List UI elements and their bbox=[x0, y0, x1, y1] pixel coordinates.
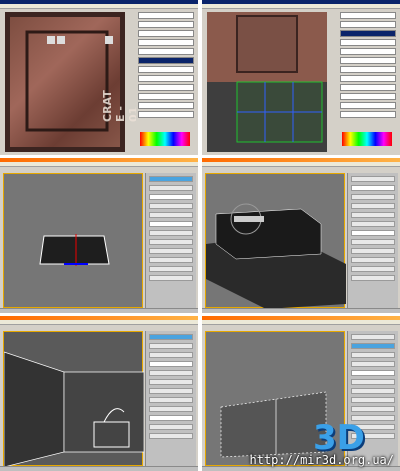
mir3d-logo: 3D bbox=[313, 418, 365, 458]
plane-object bbox=[39, 234, 110, 266]
status-bar bbox=[0, 308, 198, 313]
color-swatches[interactable] bbox=[140, 132, 190, 146]
main-toolbar[interactable] bbox=[202, 325, 400, 330]
main-toolbar[interactable] bbox=[0, 167, 198, 172]
crate-texture-art bbox=[4, 11, 126, 153]
3dsmax-window-wall bbox=[202, 316, 400, 471]
status-bar bbox=[202, 308, 400, 313]
command-panel[interactable] bbox=[145, 173, 196, 309]
perspective-viewport[interactable] bbox=[205, 173, 346, 309]
main-toolbar[interactable] bbox=[0, 325, 198, 330]
room-scene bbox=[3, 351, 145, 468]
3dsmax-window-plane bbox=[0, 158, 198, 313]
menu-bar[interactable] bbox=[0, 4, 198, 9]
crate-label-text: CRAT E - 01 bbox=[101, 90, 140, 122]
3dsmax-window-box bbox=[202, 158, 400, 313]
main-toolbar[interactable] bbox=[202, 167, 400, 172]
command-panel[interactable] bbox=[145, 331, 196, 467]
perspective-viewport[interactable] bbox=[3, 173, 143, 308]
menu-bar[interactable] bbox=[202, 4, 400, 9]
perspective-viewport[interactable] bbox=[3, 331, 145, 468]
status-bar bbox=[0, 466, 198, 471]
3dsmax-window-room bbox=[0, 316, 198, 471]
texture-canvas[interactable]: CRAT E - 01 bbox=[4, 11, 140, 153]
uv-layout-art bbox=[207, 12, 327, 143]
box-object bbox=[206, 203, 346, 309]
uv-canvas[interactable] bbox=[207, 12, 327, 152]
layers-panel[interactable] bbox=[338, 10, 398, 152]
color-swatches[interactable] bbox=[342, 132, 392, 146]
website-url-watermark[interactable]: http://mir3d.org.ua/ bbox=[250, 453, 395, 467]
command-panel[interactable] bbox=[347, 173, 398, 309]
photoshop-window-crate-texture: CRAT E - 01 bbox=[0, 0, 198, 155]
layers-panel[interactable] bbox=[136, 10, 196, 152]
photoshop-window-uv-layout bbox=[202, 0, 400, 155]
